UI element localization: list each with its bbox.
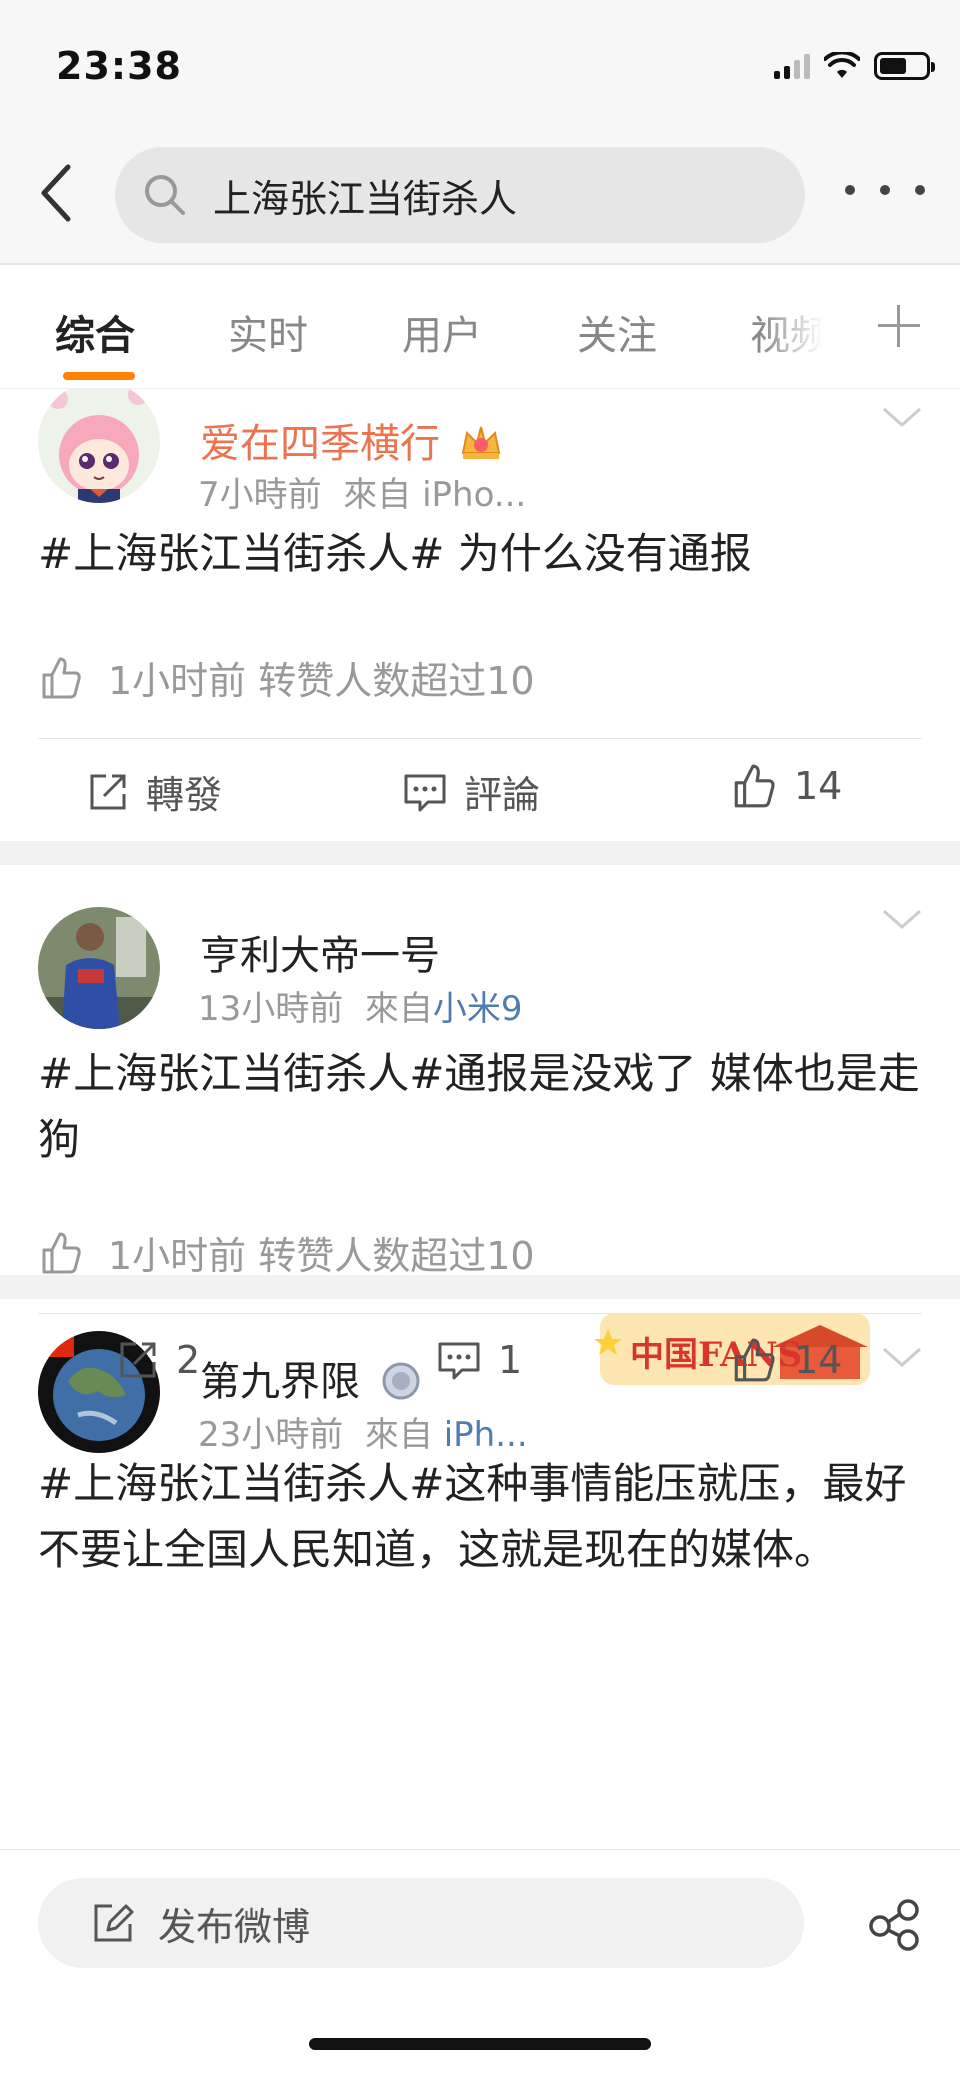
back-button[interactable]	[30, 160, 80, 226]
post2-divider	[38, 1313, 922, 1314]
wifi-icon	[824, 52, 860, 78]
comment-icon	[438, 1342, 480, 1380]
repost-button[interactable]: 轉發	[86, 764, 222, 819]
post-separator	[0, 841, 960, 865]
medal-icon	[382, 1362, 420, 1400]
comment-button[interactable]: 評論	[402, 764, 540, 819]
home-indicator[interactable]	[309, 2038, 651, 2050]
tab-following[interactable]: 关注	[577, 303, 657, 361]
thumbs-up-icon[interactable]	[38, 1230, 84, 1276]
person-photo-avatar	[38, 907, 160, 1029]
comment-icon	[404, 774, 446, 811]
post-username[interactable]: 第九界限	[200, 1349, 421, 1407]
status-time: 23:38	[56, 44, 182, 88]
chevron-left-icon	[41, 164, 71, 222]
search-query: 上海张江当街杀人	[213, 176, 518, 221]
search-header: 上海张江当街杀人	[0, 130, 960, 265]
thumbs-up-icon[interactable]	[38, 655, 84, 701]
thumbs-up-icon	[734, 764, 775, 808]
search-icon	[145, 175, 185, 215]
dot-icon	[880, 185, 890, 195]
battery-icon	[874, 52, 935, 80]
dot-icon	[915, 185, 925, 195]
like-button[interactable]: 14	[730, 1336, 842, 1384]
post1-like-row: 1小时前 转赞人数超过10	[38, 650, 535, 705]
post-username[interactable]: 亨利大帝一号	[200, 923, 440, 981]
cellular-signal-icon	[774, 53, 810, 79]
chevron-down-icon	[883, 909, 921, 930]
status-icons	[774, 52, 935, 80]
tab-fade-overlay	[760, 285, 850, 375]
status-bar: 23:38	[0, 0, 960, 130]
post-source-link[interactable]: 小米9	[433, 989, 523, 1029]
like-info-text: 1小时前 转赞人数超过10	[108, 659, 535, 703]
share-nodes-icon	[869, 1899, 919, 1951]
share-button[interactable]	[866, 1896, 922, 1952]
search-results-feed[interactable]: 爱在四季横行 7小時前 來自 iPho... #上海张江当街杀人# 为什么没有通…	[0, 389, 960, 1849]
more-options-button[interactable]	[845, 170, 925, 210]
post-text[interactable]: #上海张江当街杀人#通报是没戏了 媒体也是走狗	[38, 1041, 928, 1173]
comment-button[interactable]: 1	[436, 1338, 522, 1382]
chevron-down-icon	[883, 1347, 921, 1368]
share-arrow-icon	[120, 1342, 156, 1378]
post-source-link[interactable]: iPh...	[444, 1415, 528, 1455]
tab-general[interactable]: 综合	[55, 303, 135, 361]
add-tab-icon[interactable]	[876, 303, 922, 349]
like-button[interactable]: 14	[730, 762, 842, 810]
active-tab-indicator	[63, 372, 135, 380]
tab-users[interactable]: 用户	[402, 303, 482, 361]
tab-realtime[interactable]: 实时	[228, 303, 308, 361]
compose-post-button[interactable]: 发布微博	[38, 1878, 804, 1968]
post-meta: 23小時前 來自 iPh...	[198, 1415, 528, 1455]
bottom-bar: 发布微博	[0, 1849, 960, 2079]
edit-pencil-icon	[94, 1904, 134, 1942]
post-menu-button[interactable]	[882, 1345, 922, 1385]
post-card[interactable]: 亨利大帝一号 13小時前 來自小米9 #上海张江当街杀人#通报是没戏了 媒体也是…	[0, 865, 960, 1275]
dot-icon	[845, 185, 855, 195]
like-info-text: 1小时前 转赞人数超过10	[108, 1234, 535, 1278]
post1-divider	[38, 738, 922, 739]
post-text[interactable]: #上海张江当街杀人# 为什么没有通报	[38, 406, 928, 587]
share-arrow-icon	[90, 774, 126, 809]
search-input[interactable]: 上海张江当街杀人	[115, 147, 805, 243]
repost-button[interactable]: 2	[116, 1338, 200, 1382]
search-tabs: 综合 实时 用户 关注 视频	[0, 265, 960, 389]
post-text[interactable]: #上海张江当街杀人#这种事情能压就压，最好不要让全国人民知道，这就是现在的媒体。	[38, 1451, 928, 1583]
post-menu-button[interactable]	[882, 907, 922, 947]
avatar[interactable]	[38, 907, 160, 1029]
post2-like-row: 1小时前 转赞人数超过10	[38, 1225, 535, 1280]
thumbs-up-icon	[734, 1338, 775, 1382]
post-meta: 13小時前 來自小米9	[198, 989, 523, 1029]
